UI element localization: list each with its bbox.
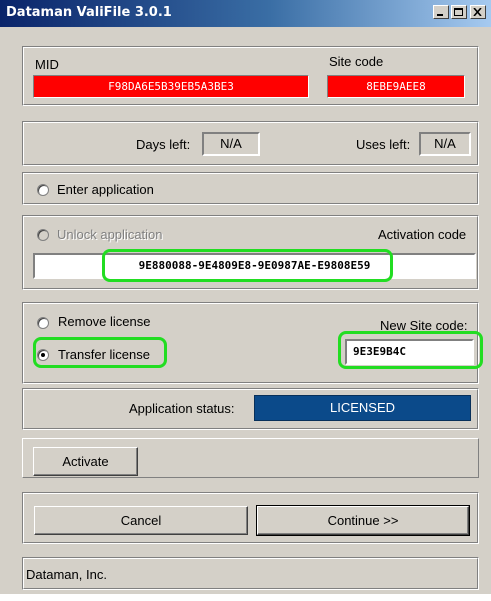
license-group: Remove license Transfer license New Site… [22, 302, 479, 384]
minimize-icon [437, 14, 443, 16]
application-status-field: LICENSED [254, 395, 471, 421]
minimize-button[interactable] [433, 5, 449, 19]
title-bar[interactable]: Dataman ValiFile 3.0.1 [0, 0, 491, 27]
cancel-button[interactable]: Cancel [34, 506, 248, 535]
mid-label: MID [35, 57, 59, 72]
unlock-group: Unlock application Activation code 9E880… [22, 215, 479, 290]
activation-code-input[interactable]: 9E880088-9E4809E8-9E0987AE-E9808E59 [33, 253, 476, 279]
counters-group: Days left: N/A Uses left: N/A [22, 121, 479, 166]
new-site-code-input[interactable]: 9E3E9B4C [345, 339, 474, 365]
maximize-button[interactable] [451, 5, 467, 19]
close-icon [473, 8, 482, 16]
activate-button[interactable]: Activate [33, 447, 138, 476]
window-title: Dataman ValiFile 3.0.1 [6, 5, 172, 20]
mid-field: F98DA6E5B39EB5A3BE3 [33, 75, 309, 98]
uses-left-field: N/A [419, 132, 471, 156]
close-button[interactable] [470, 5, 486, 19]
days-left-label: Days left: [136, 137, 191, 152]
application-status-label: Application status: [129, 401, 235, 416]
enter-application-label[interactable]: Enter application [57, 182, 154, 197]
transfer-license-label[interactable]: Transfer license [58, 347, 150, 362]
activation-code-label: Activation code [378, 227, 467, 242]
new-site-code-label: New Site code: [380, 318, 468, 333]
transfer-license-radio[interactable] [37, 349, 49, 361]
continue-button[interactable]: Continue >> [256, 505, 470, 536]
uses-left-label: Uses left: [356, 137, 411, 152]
status-group: Application status: LICENSED [22, 388, 479, 430]
unlock-application-radio[interactable] [37, 229, 49, 241]
unlock-application-label[interactable]: Unlock application [57, 227, 163, 242]
maximize-icon [454, 8, 463, 16]
remove-license-radio[interactable] [37, 317, 49, 329]
company-label: Dataman, Inc. [26, 567, 107, 582]
days-left-field: N/A [202, 132, 260, 156]
buttons-group: Cancel Continue >> [22, 492, 479, 544]
enter-group: Enter application [22, 172, 479, 205]
enter-application-radio[interactable] [37, 184, 49, 196]
dataman-window: Dataman ValiFile 3.0.1 MID F98DA6E5B39EB… [0, 0, 491, 594]
remove-license-label[interactable]: Remove license [58, 314, 151, 329]
id-group: MID F98DA6E5B39EB5A3BE3 Site code 8EBE9A… [22, 46, 479, 106]
site-code-label: Site code [329, 54, 384, 69]
site-code-field: 8EBE9AEE8 [327, 75, 465, 98]
footer-group: Dataman, Inc. [22, 557, 479, 590]
